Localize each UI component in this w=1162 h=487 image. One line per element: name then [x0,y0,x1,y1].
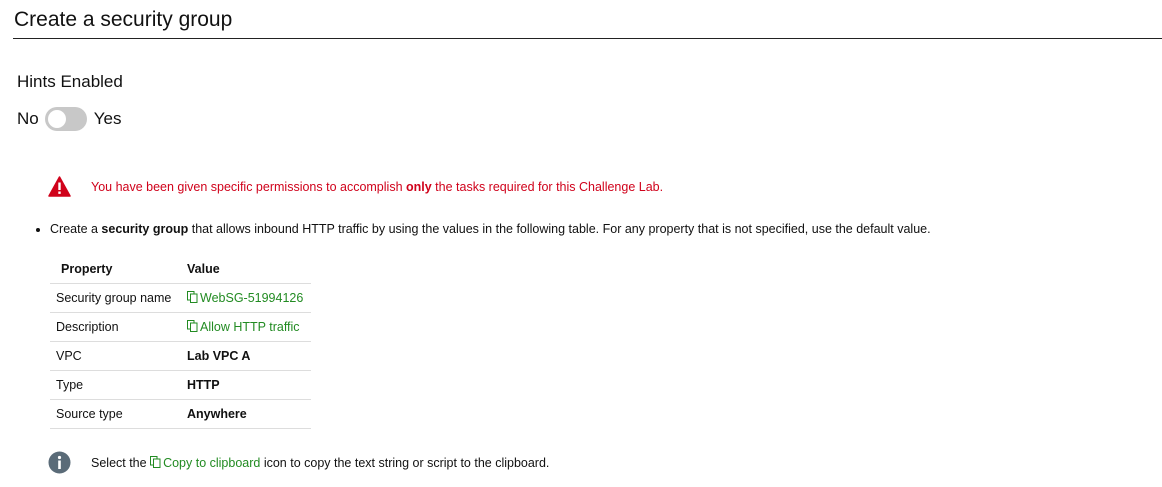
hints-label: Hints Enabled [17,72,123,91]
table-header-row: Property Value [50,255,311,284]
hints-toggle-row: No Yes [17,107,121,131]
copy-icon [187,291,198,303]
title-divider [13,38,1162,39]
info-circle-icon [48,451,71,474]
copy-icon [150,455,161,468]
toggle-knob [47,110,66,128]
property-cell: VPC [50,341,181,371]
task-bold-term: security group [101,222,189,236]
value-cell: Anywhere [181,399,311,429]
property-cell: Source type [50,399,181,429]
toggle-no-label: No [17,109,39,128]
info-callout: Select the Copy to clipboard icon to cop… [48,451,549,474]
toggle-yes-label: Yes [93,109,122,128]
copy-to-clipboard-link[interactable]: Copy to clipboard [150,455,260,470]
hints-toggle[interactable] [44,107,87,131]
copy-icon [187,320,198,332]
value-cell: Allow HTTP traffic [181,312,311,342]
property-column-header: Property [50,255,181,284]
value-cell: HTTP [181,370,311,400]
properties-table: Property Value Security group name WebSG… [50,255,311,429]
table-row: Security group name WebSG-51994126 [50,283,311,313]
table-row: Type HTTP [50,370,311,400]
table-row: VPC Lab VPC A [50,341,311,371]
warning-text: You have been given specific permissions… [91,179,664,194]
table-row: Source type Anywhere [50,399,311,429]
page: Create a security group Hints Enabled No… [0,0,1162,487]
copy-to-clipboard-link[interactable]: Allow HTTP traffic [187,320,300,334]
task-list: Create a security group that allows inbo… [33,222,1150,236]
page-title: Create a security group [14,8,233,31]
value-cell: WebSG-51994126 [181,283,311,313]
copy-to-clipboard-link[interactable]: WebSG-51994126 [187,291,303,305]
task-item: Create a security group that allows inbo… [50,222,1150,236]
property-cell: Description [50,312,181,342]
warning-callout: You have been given specific permissions… [48,176,663,197]
info-text: Select the Copy to clipboard icon to cop… [91,455,550,470]
property-cell: Type [50,370,181,400]
value-column-header: Value [181,255,311,284]
warning-triangle-icon [48,176,71,197]
property-cell: Security group name [50,283,181,313]
value-cell: Lab VPC A [181,341,311,371]
table-row: Description Allow HTTP traffic [50,312,311,342]
